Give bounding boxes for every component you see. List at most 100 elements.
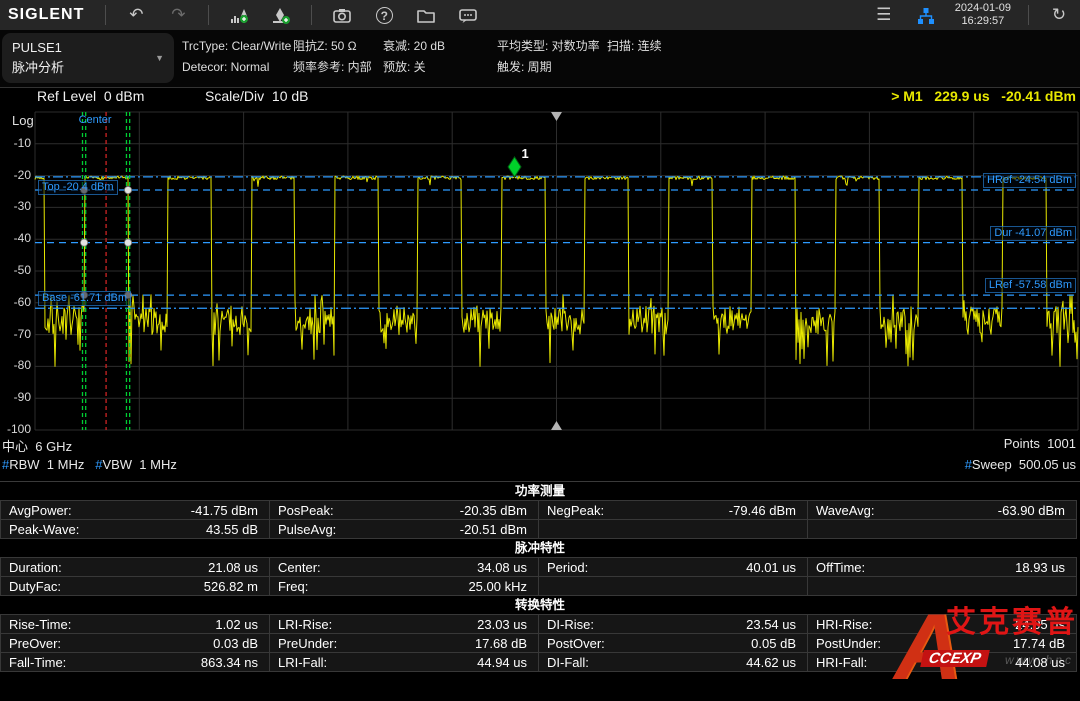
table-cell: DI-Rise:23.54 us xyxy=(538,614,808,634)
undo-icon[interactable]: ↶ xyxy=(115,0,157,30)
help-icon[interactable]: ? xyxy=(363,0,405,30)
table-row: AvgPower:-41.75 dBmPosPeak:-20.35 dBmNeg… xyxy=(0,500,1080,520)
table-cell: PreUnder:17.68 dB xyxy=(269,633,539,653)
screenshot-camera-icon[interactable] xyxy=(321,0,363,30)
sweep-value: Sweep 500.05 us xyxy=(972,457,1076,472)
table-cell-label: DutyFac: xyxy=(9,579,61,594)
table-row: DutyFac:526.82 mFreq:25.00 kHz xyxy=(0,576,1080,596)
brand-logo: SIGLENT xyxy=(0,6,96,24)
network-icon[interactable] xyxy=(905,0,947,30)
measurement-tables: 功率测量AvgPower:-41.75 dBmPosPeak:-20.35 dB… xyxy=(0,481,1080,672)
table-cell-value: 18.93 us xyxy=(1015,560,1065,575)
setting-line: 阻抗Z: 50 Ω xyxy=(293,39,357,53)
table-cell-label: Center: xyxy=(278,560,321,575)
peak-search-icon[interactable] xyxy=(260,0,302,30)
table-cell-value: -79.46 dBm xyxy=(729,503,796,518)
level-label-top: Top -20.4 dBm xyxy=(38,180,118,195)
menu-list-icon[interactable]: ☰ xyxy=(863,0,905,30)
marker-readout: > M1 229.9 us -20.41 dBm xyxy=(891,88,1076,104)
table-cell xyxy=(807,576,1077,596)
separator xyxy=(311,5,312,25)
table-cell xyxy=(807,519,1077,539)
message-icon[interactable] xyxy=(447,0,489,30)
marker-label[interactable]: 1 xyxy=(522,146,529,161)
y-axis-tick: -60 xyxy=(0,295,31,309)
table-cell-label: HRI-Rise: xyxy=(816,617,872,632)
ref-level[interactable]: Ref Level 0 dBm xyxy=(37,88,144,104)
table-cell: HRI-Rise:24.05 us xyxy=(807,614,1077,634)
setting-impedance[interactable]: 阻抗Z: 50 Ω频率参考: 内部 xyxy=(293,36,372,78)
redo-icon[interactable]: ↷ xyxy=(157,0,199,30)
setting-atten[interactable]: 衰减: 20 dB预放: 关 xyxy=(383,36,445,78)
table-cell-value: 44.08 us xyxy=(1015,655,1065,670)
chevron-down-icon: ▼ xyxy=(155,53,164,63)
table-cell-label: LRI-Fall: xyxy=(278,655,327,670)
scale-per-div[interactable]: Scale/Div 10 dB xyxy=(205,88,309,104)
setting-line: TrcType: Clear/Write xyxy=(182,39,291,53)
table-cell-value: -63.90 dBm xyxy=(998,503,1065,518)
table-section-title: 功率测量 xyxy=(0,482,1080,500)
table-section-title: 脉冲特性 xyxy=(0,539,1080,557)
sweep-time[interactable]: #Sweep 500.05 us xyxy=(965,457,1076,472)
time-text: 16:29:57 xyxy=(955,15,1011,28)
setting-line: 预放: 关 xyxy=(383,60,426,74)
table-cell: PreOver:0.03 dB xyxy=(0,633,270,653)
table-cell-value: 23.03 us xyxy=(477,617,527,632)
setting-line: 触发: 周期 xyxy=(497,60,552,74)
y-axis-tick: -40 xyxy=(0,231,31,245)
table-cell-label: PostUnder: xyxy=(816,636,881,651)
table-section-title: 转换特性 xyxy=(0,596,1080,614)
setting-sweep[interactable]: 扫描: 连续 xyxy=(607,36,662,57)
table-cell-label: DI-Fall: xyxy=(547,655,589,670)
table-cell: AvgPower:-41.75 dBm xyxy=(0,500,270,520)
table-cell: Period:40.01 us xyxy=(538,557,808,577)
setting-trace[interactable]: TrcType: Clear/Write Detecor: Normal xyxy=(182,36,291,78)
table-cell xyxy=(538,519,808,539)
level-label-base: Base -61.71 dBm xyxy=(38,291,131,306)
table-row: Duration:21.08 usCenter:34.08 usPeriod:4… xyxy=(0,557,1080,577)
table-cell-value: 21.08 us xyxy=(208,560,258,575)
setting-line: 平均类型: 对数功率 xyxy=(497,39,600,53)
file-folder-icon[interactable] xyxy=(405,0,447,30)
table-cell-label: LRI-Rise: xyxy=(278,617,332,632)
table-cell-value: 43.55 dB xyxy=(206,522,258,537)
question-mark: ? xyxy=(376,7,393,24)
table-cell: Duration:21.08 us xyxy=(0,557,270,577)
y-axis-tick: -50 xyxy=(0,263,31,277)
center-frequency[interactable]: 中心 6 GHz xyxy=(2,436,72,455)
setting-average[interactable]: 平均类型: 对数功率触发: 周期 xyxy=(497,36,600,78)
table-cell-label: Rise-Time: xyxy=(9,617,71,632)
level-label-dur: Dur -41.07 dBm xyxy=(990,226,1076,241)
reset-history-icon[interactable]: ↻ xyxy=(1038,0,1080,30)
y-axis-tick: -30 xyxy=(0,199,31,213)
chart-plot[interactable]: Log -10-20-30-40-50-60-70-80-90-100Top -… xyxy=(0,104,1080,434)
y-axis-tick: -100 xyxy=(0,422,31,436)
table-cell-label: WaveAvg: xyxy=(816,503,875,518)
table-cell: Freq:25.00 kHz xyxy=(269,576,539,596)
table-cell: NegPeak: -79.46 dBm xyxy=(538,500,808,520)
setting-line: Detecor: Normal xyxy=(182,60,269,74)
level-label-href: HRef -24.54 dBm xyxy=(983,173,1076,188)
table-cell-value: 17.74 dB xyxy=(1013,636,1065,651)
table-cell: PostUnder: 17.74 dB xyxy=(807,633,1077,653)
table-cell-label: Fall-Time: xyxy=(9,655,66,670)
separator xyxy=(1028,5,1029,25)
table-cell: DutyFac:526.82 m xyxy=(0,576,270,596)
add-trace-icon[interactable] xyxy=(218,0,260,30)
setting-line: 扫描: 连续 xyxy=(607,39,662,53)
table-row: Fall-Time:863.34 nsLRI-Fall:44.94 usDI-F… xyxy=(0,652,1080,672)
table-cell-value: -20.35 dBm xyxy=(460,503,527,518)
mode-dropdown[interactable]: PULSE1 脉冲分析 ▼ xyxy=(2,33,174,83)
table-cell: OffTime:18.93 us xyxy=(807,557,1077,577)
table-cell: LRI-Fall: 44.94 us xyxy=(269,652,539,672)
table-cell: DI-Fall:44.62 us xyxy=(538,652,808,672)
table-cell: PulseAvg:-20.51 dBm xyxy=(269,519,539,539)
table-cell-value: 44.94 us xyxy=(477,655,527,670)
mode-subtitle: 脉冲分析 xyxy=(12,58,164,78)
hash-mark: # xyxy=(965,457,972,472)
rbw-vbw[interactable]: #RBW 1 MHz #VBW 1 MHz xyxy=(2,457,177,472)
table-row: PreOver:0.03 dBPreUnder:17.68 dBPostOver… xyxy=(0,633,1080,653)
table-cell-label: NegPeak: xyxy=(547,503,604,518)
table-cell-label: Period: xyxy=(547,560,588,575)
table-cell-value: -41.75 dBm xyxy=(191,503,258,518)
